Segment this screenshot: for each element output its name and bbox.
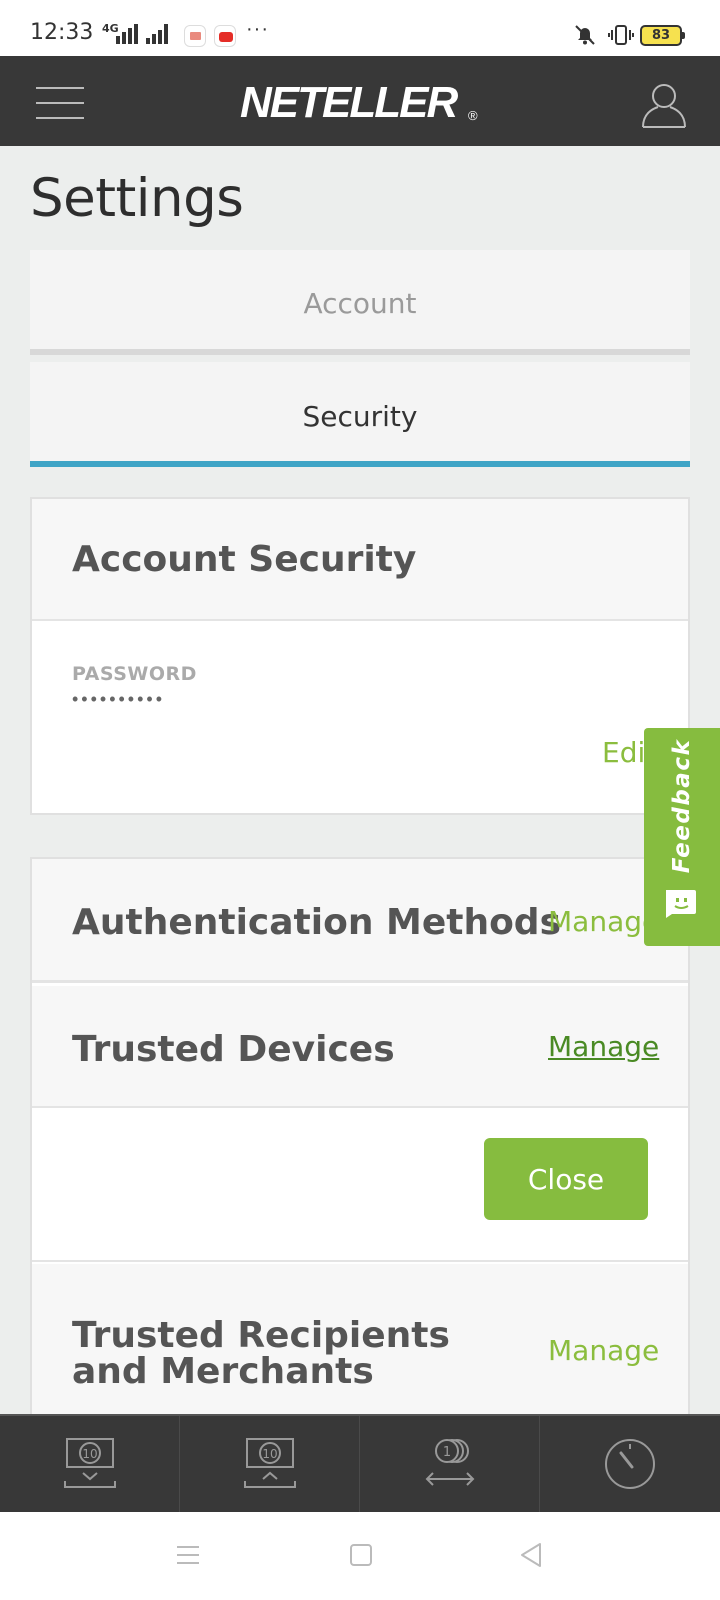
- account-security-header: Account Security: [32, 499, 688, 621]
- tab-account[interactable]: Account: [30, 250, 690, 355]
- mute-icon: [575, 25, 595, 45]
- menu-icon[interactable]: [36, 87, 84, 119]
- manage-authentication-link[interactable]: Manage: [548, 905, 659, 938]
- more-notifications-icon: ···: [246, 18, 269, 40]
- withdraw-badge: 10: [262, 1447, 277, 1461]
- security-options-card: Authentication Methods Manage Trusted De…: [30, 857, 690, 1414]
- back-icon[interactable]: [518, 1542, 544, 1568]
- manage-trusted-devices-link[interactable]: Manage: [548, 1030, 659, 1063]
- feedback-label: Feedback: [669, 738, 695, 874]
- trusted-devices-title: Trusted Devices: [72, 1029, 395, 1070]
- signal-icon-2: [146, 24, 168, 44]
- deposit-icon: 10: [63, 1438, 116, 1488]
- youtube-icon: [214, 25, 236, 47]
- account-security-title: Account Security: [72, 539, 417, 580]
- password-value: ••••••••••: [72, 689, 166, 709]
- trusted-recipients-title: Trusted Recipients and Merchants: [72, 1315, 450, 1392]
- nav-transfer[interactable]: 1: [360, 1416, 540, 1512]
- status-bar: 12:33 4G ··· 83: [0, 0, 720, 56]
- authentication-methods-row: Authentication Methods Manage: [32, 859, 688, 983]
- registered-mark: ®: [468, 108, 478, 123]
- app-header: NETELLER ®: [0, 56, 720, 146]
- battery-icon: 83: [640, 25, 685, 46]
- page-title: Settings: [30, 168, 244, 229]
- trusted-devices-row: Trusted Devices Manage: [32, 986, 688, 1108]
- trusted-devices-panel: Close: [32, 1110, 688, 1262]
- feedback-tab[interactable]: Feedback: [644, 728, 720, 946]
- password-label: PASSWORD: [72, 663, 197, 685]
- neteller-logo[interactable]: NETELLER: [240, 78, 490, 128]
- manage-trusted-recipients-link[interactable]: Manage: [548, 1334, 659, 1367]
- tab-security[interactable]: Security: [30, 362, 690, 467]
- status-time: 12:33: [30, 20, 94, 45]
- vibrate-icon: [608, 25, 634, 45]
- signal-icon: [116, 24, 138, 44]
- authentication-methods-title: Authentication Methods: [72, 902, 562, 943]
- chat-icon: [666, 890, 696, 918]
- account-security-card: Account Security PASSWORD •••••••••• Edi…: [30, 497, 690, 815]
- recent-apps-icon[interactable]: [175, 1542, 201, 1568]
- nav-activity[interactable]: [540, 1416, 720, 1512]
- profile-icon[interactable]: [640, 80, 688, 128]
- system-navigation-bar: [0, 1512, 720, 1600]
- gauge-icon: [605, 1439, 655, 1489]
- bottom-navigation: 10 10 1: [0, 1414, 720, 1512]
- nav-withdraw[interactable]: 10: [180, 1416, 360, 1512]
- transfer-icon: 1: [425, 1439, 474, 1486]
- nav-deposit[interactable]: 10: [0, 1416, 180, 1512]
- news-app-icon: [184, 25, 206, 47]
- trusted-recipients-row: Trusted Recipients and Merchants Manage: [32, 1264, 688, 1414]
- withdraw-icon: 10: [243, 1438, 296, 1488]
- transfer-badge: 1: [442, 1445, 450, 1460]
- close-button[interactable]: Close: [484, 1138, 648, 1220]
- home-icon[interactable]: [348, 1542, 374, 1568]
- deposit-badge: 10: [82, 1447, 97, 1461]
